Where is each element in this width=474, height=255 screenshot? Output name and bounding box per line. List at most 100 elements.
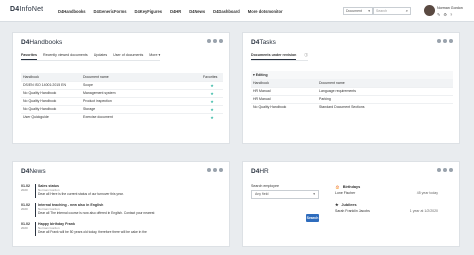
panel-controls (437, 39, 453, 43)
handbooks-table: Handbook Document name Favorites DS/EN I… (21, 73, 223, 121)
logo[interactable]: D4InfoNet (10, 6, 43, 13)
close-icon[interactable] (449, 168, 453, 172)
news-date: 01.02 2020 (21, 222, 30, 230)
document-link[interactable]: Standard Document Sections (317, 102, 453, 111)
hr-events: 🎂 Birthdays Lone Fischer 45 year today ★ Ju… (335, 184, 438, 214)
star-icon[interactable]: ★ (201, 80, 223, 89)
divider (35, 203, 36, 217)
close-icon[interactable] (219, 39, 223, 43)
star-icon[interactable]: ★ (201, 112, 223, 121)
news-panel: D4News 01.02 2020 Sales status Norman Gor… (12, 161, 230, 247)
handbook-cell: User Quickguide (21, 112, 81, 121)
news-date: 01.02 2020 (21, 184, 30, 192)
news-excerpt: Dear all Frank will be 50 years old toda… (38, 230, 147, 234)
panel-title: D4Handbooks (21, 39, 63, 46)
column-header[interactable]: Favorites (201, 73, 223, 81)
settings-icon[interactable] (213, 39, 217, 43)
panel-controls (207, 39, 223, 43)
document-link[interactable]: Language requirements (317, 86, 453, 95)
document-link[interactable]: Management system (81, 88, 201, 97)
column-header[interactable]: Handbook (251, 79, 317, 87)
search-button[interactable]: Search (306, 214, 319, 222)
jubilees-heading: ★ Jubilees (335, 202, 357, 208)
panel-controls (207, 168, 223, 172)
star-icon[interactable]: ★ (201, 96, 223, 105)
employee-name[interactable]: Lone Fischer (335, 191, 355, 195)
collapse-icon[interactable] (437, 168, 441, 172)
close-icon[interactable] (449, 39, 453, 43)
nav-dashboard[interactable]: D4Dashboard (213, 9, 240, 14)
table-row[interactable]: DS/EN ISO 14001:2015 EN Scope ★ (21, 80, 223, 89)
news-excerpt: Dear all The internal course is now also… (38, 211, 155, 215)
user-name: Norman Gordon (437, 6, 463, 10)
handbook-cell: HR Manual (251, 94, 317, 103)
tab-favorites[interactable]: Favorites (21, 53, 37, 60)
nav-hr[interactable]: D4HR (170, 9, 181, 14)
handbook-cell: No Quality Handbook (21, 88, 81, 97)
search-icon: ⌕ (405, 8, 408, 13)
avatar[interactable] (424, 5, 435, 16)
handbook-cell: DS/EN ISO 14001:2015 EN (21, 80, 81, 89)
nav-handbooks[interactable]: D4Handbooks (58, 9, 86, 14)
handbook-cell: No Quality Handbook (251, 102, 317, 111)
document-link[interactable]: Product inspection (81, 96, 201, 105)
table-row[interactable]: No Quality Handbook Standard Document Sec… (251, 102, 453, 111)
nav-more[interactable]: More dotsmonitor (248, 9, 283, 14)
news-excerpt: Dear all Here is the current status of o… (38, 192, 124, 196)
document-link[interactable]: Scope (81, 80, 201, 89)
document-type-select[interactable]: Document ▾ (343, 7, 373, 15)
column-header[interactable]: Document name (317, 79, 453, 87)
nav-genericforms[interactable]: D4GenericForms (94, 9, 127, 14)
settings-icon[interactable]: ⚙ (443, 12, 447, 17)
collapse-icon[interactable] (207, 168, 211, 172)
nav-keyfigures[interactable]: D4KeyFigures (135, 9, 163, 14)
table-row[interactable]: No Quality Handbook Storage ★ (21, 104, 223, 113)
employee-field-select[interactable]: Any field ▾ (251, 190, 319, 199)
chevron-down-icon: ▾ (313, 192, 315, 196)
employee-name[interactable]: Sarah Franklin Jacobs (335, 209, 370, 213)
table-row[interactable]: HR Manual Parking (251, 94, 453, 103)
document-link[interactable]: Storage (81, 104, 201, 113)
close-icon[interactable] (219, 168, 223, 172)
panel-title: D4HR (251, 168, 269, 175)
panel-title: D4News (21, 168, 46, 175)
hr-panel: D4HR Search employee Any field ▾ Search 🎂… (242, 161, 460, 247)
table-row[interactable]: No Quality Handbook Management system ★ (21, 88, 223, 97)
info-icon[interactable]: ⓘ (304, 53, 308, 60)
collapse-icon[interactable] (437, 39, 441, 43)
tab-recently-viewed[interactable]: Recently viewed documents (43, 53, 88, 60)
tasks-table: ▾ Editing Handbook Document name HR Manu… (251, 71, 453, 111)
group-label: Editing (255, 73, 268, 77)
document-link[interactable]: Parking (317, 94, 453, 103)
tab-documents-under-revision[interactable]: Documents under revision (251, 53, 297, 60)
settings-icon[interactable] (443, 168, 447, 172)
handbook-cell: No Quality Handbook (21, 104, 81, 113)
tab-more[interactable]: More ▾ (149, 53, 160, 60)
collapse-icon[interactable] (207, 39, 211, 43)
column-header[interactable]: Handbook (21, 73, 81, 81)
table-row[interactable]: User Quickguide Exercise document ★ (21, 112, 223, 121)
table-row[interactable]: HR Manual Language requirements (251, 86, 453, 95)
column-header[interactable]: Document name (81, 73, 201, 81)
search-input[interactable]: Search ⌕ (373, 7, 411, 15)
star-icon[interactable]: ★ (201, 88, 223, 97)
tasks-panel: D4Tasks Documents under revision ⓘ ▾ Edi… (242, 32, 460, 144)
handbook-cell: No Quality Handbook (21, 96, 81, 105)
star-icon[interactable]: ★ (201, 104, 223, 113)
event-info: 45 year today (416, 191, 438, 195)
group-row[interactable]: ▾ Editing (251, 71, 453, 79)
tab-user-of-documents[interactable]: User of documents (113, 53, 143, 60)
tab-updates[interactable]: Updates (94, 53, 107, 60)
settings-icon[interactable] (443, 39, 447, 43)
document-link[interactable]: Exercise document (81, 112, 201, 121)
list-item[interactable]: Lone Fischer 45 year today (335, 191, 438, 195)
divider (35, 222, 36, 236)
nav-news[interactable]: D4News (189, 9, 205, 14)
settings-icon[interactable] (213, 168, 217, 172)
help-icon[interactable]: ? (450, 12, 452, 17)
news-date: 01.02 2020 (21, 203, 30, 211)
table-row[interactable]: No Quality Handbook Product inspection ★ (21, 96, 223, 105)
task-tabs: Documents under revision ⓘ (251, 53, 308, 61)
list-item[interactable]: Sarah Franklin Jacobs 1 year at 1/2/2020 (335, 209, 438, 213)
edit-icon[interactable]: ✎ (437, 12, 440, 17)
